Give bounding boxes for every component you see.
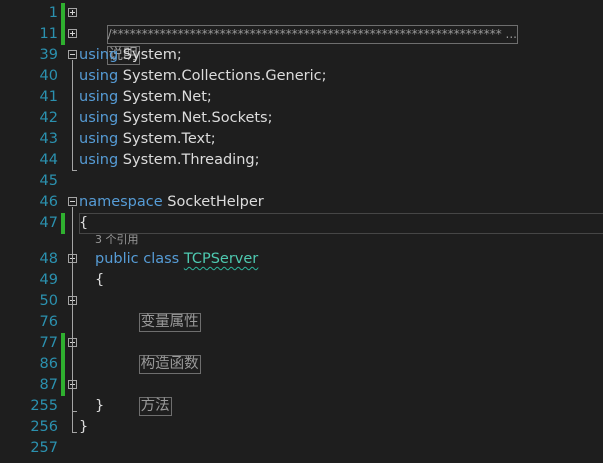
code-text: System.Threading; [118,152,260,168]
fold-guide-class [72,264,73,411]
change-indicator [61,354,65,375]
line-number: 50 [39,293,58,309]
line-number: 76 [39,314,58,330]
code-text: System; [118,47,182,63]
code-line[interactable]: 41 using System.Net; [0,87,603,108]
code-line[interactable]: 256 } [0,417,603,438]
change-indicator [61,375,65,396]
code-line[interactable]: 255 } [0,396,603,417]
line-number: 257 [30,440,58,456]
code-text: System.Text; [118,131,216,147]
line-number: 1 [48,5,58,21]
code-line[interactable]: 76 [0,312,603,333]
code-line[interactable]: 11 说明 [0,24,603,65]
collapse-icon[interactable] [68,50,77,59]
keyword: using [79,89,119,105]
line-number: 77 [39,335,58,351]
line-number: 40 [39,68,58,84]
code-text: System.Collections.Generic; [118,68,327,84]
code-text: System.Net.Sockets; [118,110,273,126]
expand-icon[interactable] [68,29,77,38]
code-line[interactable]: 86 [0,354,603,375]
line-number: 46 [39,194,58,210]
code-text: SocketHelper [162,194,264,210]
code-line[interactable]: 43 using System.Text; [0,129,603,150]
code-line[interactable]: 45 [0,171,603,192]
line-number: 45 [39,173,58,189]
code-editor[interactable]: 1 /*************************************… [0,0,603,463]
fold-guide [72,60,73,170]
code-line[interactable]: 49 { [0,270,603,291]
line-number: 39 [39,47,58,63]
reference-count-link[interactable]: 3 个引用 [95,231,139,249]
code-line[interactable]: 42 using System.Net.Sockets; [0,108,603,129]
line-number: 256 [30,419,58,435]
code-line[interactable]: 257 [0,438,603,459]
line-number: 43 [39,131,58,147]
change-indicator [61,24,65,45]
line-number: 42 [39,110,58,126]
code-text: System.Net; [118,89,212,105]
line-number: 48 [39,251,58,267]
code-text: } [79,419,89,435]
expand-icon[interactable] [68,8,77,17]
codelens-line: 3 个引用 [0,231,603,249]
line-number: 41 [39,89,58,105]
code-text: } [95,398,105,414]
line-number: 44 [39,152,58,168]
keyword: public class [95,251,180,267]
keyword: using [79,68,119,84]
line-number: 255 [30,398,58,414]
line-number: 11 [39,26,58,42]
line-number: 87 [39,377,58,393]
code-line[interactable]: 40 using System.Collections.Generic; [0,66,603,87]
code-line[interactable]: 1 /*************************************… [0,3,603,44]
code-line[interactable]: 50 变量属性 [0,291,603,332]
line-number: 49 [39,272,58,288]
keyword: using [79,47,119,63]
code-line[interactable]: 77 构造函数 [0,333,603,374]
keyword: using [79,152,119,168]
keyword: namespace [79,194,163,210]
change-indicator [61,333,65,354]
fold-guide-end [72,411,77,412]
line-number: 86 [39,356,58,372]
keyword: using [79,110,119,126]
change-indicator [61,3,65,24]
fold-guide-end [72,432,77,433]
keyword: using [79,131,119,147]
code-line[interactable]: 44 using System.Threading; [0,150,603,171]
code-text: { [95,272,105,288]
code-line[interactable]: 87 方法 [0,375,603,416]
code-line[interactable]: 48 public class TCPServer [0,249,603,270]
code-line[interactable]: 46 namespace SocketHelper [0,192,603,213]
code-line[interactable]: 39 using System; [0,45,603,66]
class-name: TCPServer [183,251,259,267]
collapse-icon[interactable] [68,197,77,206]
